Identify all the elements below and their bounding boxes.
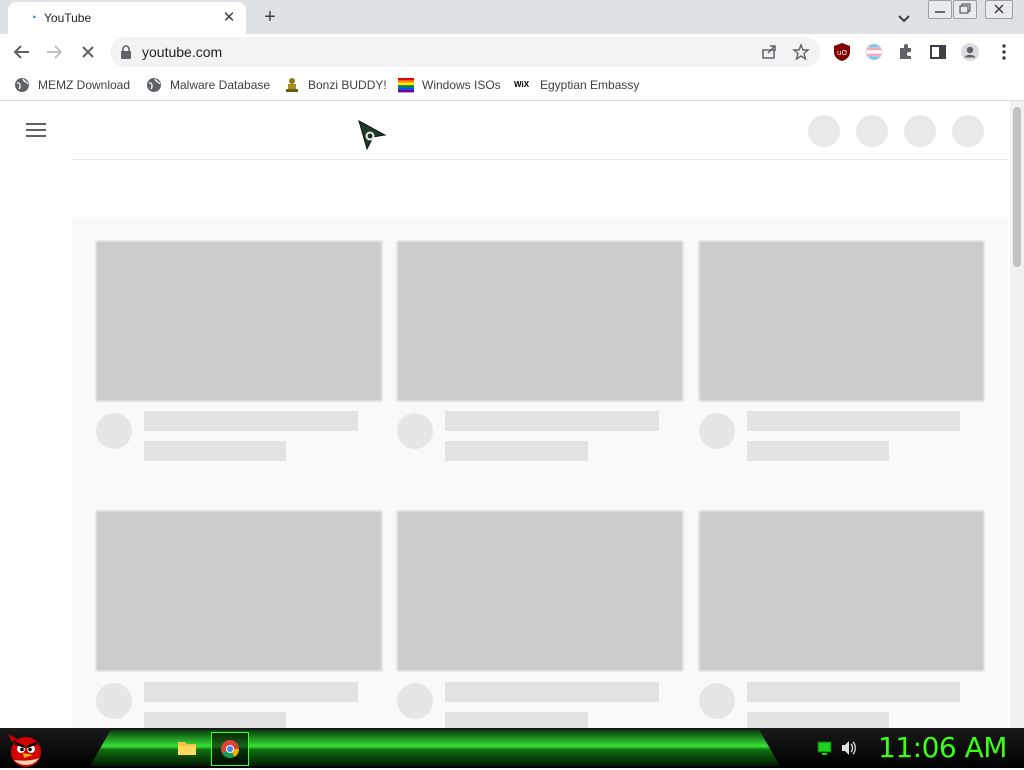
bookmark-malware-database[interactable]: Malware Database bbox=[146, 76, 270, 94]
video-meta-placeholder bbox=[747, 441, 889, 461]
video-thumbnail-placeholder[interactable] bbox=[699, 511, 984, 671]
bookmark-label: MEMZ Download bbox=[38, 78, 131, 92]
video-title-placeholder bbox=[747, 682, 960, 702]
bookmark-memz-download[interactable]: MEMZ Download bbox=[14, 76, 130, 94]
trans-flag-extension-icon[interactable] bbox=[864, 42, 884, 62]
network-tray-icon[interactable] bbox=[816, 736, 834, 760]
browser-toolbar: youtube.com uO bbox=[0, 34, 1024, 70]
new-tab-button[interactable]: + bbox=[258, 5, 282, 29]
tab-strip: ◔ YouTube ✕ + bbox=[0, 0, 1024, 34]
chip-bar-placeholder bbox=[72, 159, 1008, 218]
video-grid bbox=[72, 217, 1008, 728]
close-tab-button[interactable]: ✕ bbox=[220, 9, 238, 27]
bookmark-egyptian-embassy[interactable]: WiX Egyptian Embassy bbox=[514, 76, 639, 94]
chrome-icon bbox=[221, 740, 239, 759]
guide-menu-icon[interactable] bbox=[26, 123, 46, 139]
video-title-placeholder bbox=[144, 682, 358, 702]
video-meta-placeholder bbox=[144, 441, 286, 461]
address-bar[interactable]: youtube.com bbox=[110, 37, 820, 67]
volume-tray-icon[interactable] bbox=[840, 736, 858, 760]
profile-avatar-icon[interactable] bbox=[960, 42, 980, 62]
video-meta-placeholder bbox=[445, 441, 588, 461]
restore-button[interactable] bbox=[953, 0, 977, 19]
taskbar-chrome-button[interactable] bbox=[211, 732, 249, 766]
channel-avatar-placeholder bbox=[96, 683, 132, 719]
youtube-masthead bbox=[0, 101, 1010, 159]
bookmark-bonzi-buddy[interactable]: Bonzi BUDDY! bbox=[284, 76, 387, 94]
channel-avatar-placeholder bbox=[397, 413, 433, 449]
url-text[interactable]: youtube.com bbox=[142, 44, 222, 60]
video-thumbnail-placeholder[interactable] bbox=[96, 241, 382, 401]
rainbow-flag-icon bbox=[398, 78, 414, 93]
video-meta-placeholder bbox=[144, 712, 286, 728]
video-meta-placeholder bbox=[747, 712, 889, 728]
bookmarks-bar: MEMZ Download Malware Database Bonzi BUD… bbox=[0, 70, 1024, 101]
loading-spinner-icon: ◔ bbox=[30, 12, 37, 24]
bookmark-label: Egyptian Embassy bbox=[540, 78, 640, 92]
globe-icon bbox=[147, 78, 161, 92]
bookmark-star-icon[interactable] bbox=[792, 43, 810, 61]
tab-title: YouTube bbox=[44, 11, 92, 25]
start-button-angry-bird-icon[interactable] bbox=[6, 730, 46, 768]
back-arrow-icon[interactable] bbox=[8, 38, 36, 66]
channel-avatar-placeholder bbox=[96, 413, 132, 449]
video-title-placeholder bbox=[747, 411, 960, 431]
globe-icon bbox=[15, 78, 29, 92]
masthead-button-placeholder bbox=[808, 115, 840, 147]
page-scrollbar[interactable] bbox=[1010, 101, 1024, 728]
taskbar: 11:06 AM bbox=[0, 728, 1024, 768]
side-panel-icon[interactable] bbox=[928, 42, 948, 62]
video-title-placeholder bbox=[144, 411, 358, 431]
tab-youtube[interactable]: ◔ YouTube ✕ bbox=[8, 2, 246, 34]
bookmark-label: Malware Database bbox=[170, 78, 271, 92]
channel-avatar-placeholder bbox=[699, 683, 735, 719]
channel-avatar-placeholder bbox=[699, 413, 735, 449]
bookmark-label: Bonzi BUDDY! bbox=[308, 78, 387, 92]
video-thumbnail-placeholder[interactable] bbox=[96, 511, 382, 671]
stop-loading-icon[interactable] bbox=[74, 38, 102, 66]
bonzi-icon bbox=[286, 78, 298, 92]
ublock-origin-icon[interactable]: uO bbox=[832, 42, 852, 62]
tab-search-chevron-icon[interactable] bbox=[894, 8, 914, 28]
bookmark-windows-isos[interactable]: Windows ISOs bbox=[398, 76, 501, 94]
file-explorer-icon[interactable] bbox=[172, 733, 202, 763]
video-thumbnail-placeholder[interactable] bbox=[397, 241, 683, 401]
kebab-menu-icon[interactable] bbox=[994, 42, 1014, 62]
close-window-button[interactable] bbox=[985, 0, 1013, 19]
youtube-page bbox=[0, 101, 1024, 728]
channel-avatar-placeholder bbox=[397, 683, 433, 719]
svg-text:uO: uO bbox=[837, 49, 847, 57]
share-icon[interactable] bbox=[760, 43, 778, 61]
forward-arrow-icon[interactable] bbox=[40, 38, 68, 66]
masthead-avatar-placeholder bbox=[952, 115, 984, 147]
wix-icon: WiX bbox=[514, 80, 530, 89]
mouse-cursor-icon bbox=[358, 119, 387, 151]
video-thumbnail-placeholder[interactable] bbox=[699, 241, 984, 401]
video-thumbnail-placeholder[interactable] bbox=[397, 511, 683, 671]
video-title-placeholder bbox=[445, 682, 659, 702]
extensions-puzzle-icon[interactable] bbox=[896, 42, 916, 62]
masthead-button-placeholder bbox=[904, 115, 936, 147]
minimize-button[interactable] bbox=[928, 0, 952, 19]
masthead-button-placeholder bbox=[856, 115, 888, 147]
video-meta-placeholder bbox=[445, 712, 588, 728]
video-title-placeholder bbox=[445, 411, 659, 431]
scrollbar-thumb[interactable] bbox=[1013, 107, 1021, 267]
taskbar-clock[interactable]: 11:06 AM bbox=[878, 731, 1007, 764]
bookmark-label: Windows ISOs bbox=[422, 78, 501, 92]
lock-icon[interactable] bbox=[120, 45, 132, 59]
